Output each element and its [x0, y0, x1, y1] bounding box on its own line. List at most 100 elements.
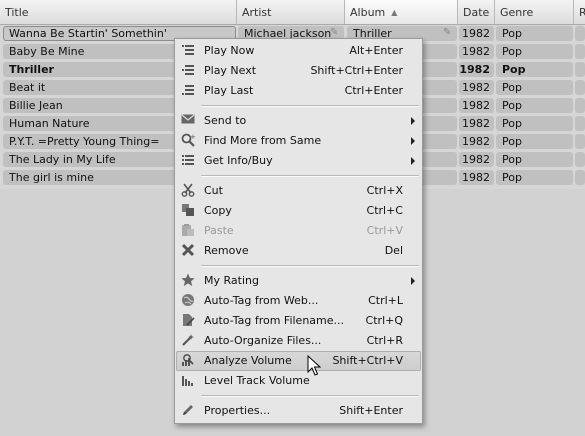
menu-item-shortcut: Shift+Enter: [339, 404, 403, 417]
column-artist-label: Artist: [242, 6, 272, 19]
column-header: Title Artist Album ▲ Date Genre R: [0, 0, 585, 25]
menu-item-shortcut: Shift+Ctrl+Enter: [310, 64, 403, 77]
menu-item-paste[interactable]: Paste Ctrl+V: [176, 221, 421, 241]
track-rating[interactable]: [575, 26, 585, 41]
menu-item-get-info[interactable]: Get Info/Buy: [176, 151, 421, 171]
track-genre[interactable]: Pop: [496, 170, 573, 185]
menu-item-play-next[interactable]: Play Next Shift+Ctrl+Enter: [176, 61, 421, 81]
track-rating[interactable]: [575, 116, 585, 131]
menu-item-auto-tag-filename[interactable]: Auto-Tag from Filename... Ctrl+Q: [176, 311, 421, 331]
menu-item-auto-tag-web[interactable]: Auto-Tag from Web... Ctrl+L: [176, 291, 421, 311]
copy-icon: [180, 203, 196, 219]
menu-item-cut[interactable]: Cut Ctrl+X: [176, 181, 421, 201]
column-header-title[interactable]: Title: [0, 0, 237, 24]
find-icon: +: [180, 133, 196, 149]
menu-separator: [201, 105, 419, 107]
menu-item-label: Play Now: [204, 44, 255, 57]
track-date[interactable]: 1982: [459, 26, 494, 41]
track-date[interactable]: 1982: [459, 134, 494, 149]
menu-item-auto-organize[interactable]: Auto-Organize Files... Ctrl+R: [176, 331, 421, 351]
track-rating[interactable]: [575, 152, 585, 167]
column-genre-label: Genre: [500, 6, 534, 19]
menu-item-properties[interactable]: Properties... Shift+Enter: [176, 401, 421, 421]
tag-edit-icon: ✎: [443, 27, 452, 38]
menu-item-label: Play Last: [204, 84, 254, 97]
track-date[interactable]: 1982: [459, 80, 494, 95]
menu-item-shortcut: Ctrl+X: [366, 184, 403, 197]
file-tag-icon: [180, 313, 196, 329]
track-genre[interactable]: Pop: [496, 134, 573, 149]
track-date[interactable]: 1982: [459, 116, 494, 131]
column-header-artist[interactable]: Artist: [237, 0, 345, 24]
menu-item-label: Play Next: [204, 64, 257, 77]
svg-text:+: +: [190, 133, 196, 141]
envelope-icon: [180, 113, 196, 129]
play-last-icon: [180, 83, 196, 99]
menu-item-label: Get Info/Buy: [204, 154, 273, 167]
menu-item-copy[interactable]: Copy Ctrl+C: [176, 201, 421, 221]
menu-item-label: Level Track Volume: [204, 374, 310, 387]
track-rating[interactable]: [575, 134, 585, 149]
tag-edit-icon: ✎: [330, 27, 339, 38]
menu-item-remove[interactable]: Remove Del: [176, 241, 421, 261]
menu-item-shortcut: Alt+Enter: [349, 44, 403, 57]
pencil-icon: [180, 403, 196, 419]
column-header-rating[interactable]: R: [574, 0, 585, 24]
track-date[interactable]: 1982: [459, 98, 494, 113]
menu-item-label: Properties...: [204, 404, 271, 417]
column-header-genre[interactable]: Genre: [495, 0, 574, 24]
menu-separator: [201, 395, 419, 397]
track-rating[interactable]: [575, 170, 585, 185]
info-list-icon: [180, 153, 196, 169]
track-genre[interactable]: Pop: [496, 80, 573, 95]
play-next-icon: [180, 63, 196, 79]
track-date[interactable]: 1982: [459, 152, 494, 167]
track-genre[interactable]: Pop: [496, 26, 573, 41]
menu-item-label: Find More from Same: [204, 134, 322, 147]
menu-item-label: Cut: [204, 184, 223, 197]
menu-item-shortcut: Del: [384, 244, 403, 257]
menu-item-send-to[interactable]: Send to: [176, 111, 421, 131]
menu-item-shortcut: Ctrl+V: [366, 224, 403, 237]
track-rating[interactable]: [575, 98, 585, 113]
track-rating[interactable]: [575, 80, 585, 95]
menu-item-label: Paste: [204, 224, 234, 237]
remove-x-icon: [180, 243, 196, 259]
paste-icon: [180, 223, 196, 239]
track-rating[interactable]: [575, 44, 585, 59]
menu-item-analyze-volume[interactable]: Analyze Volume Shift+Ctrl+V: [176, 351, 421, 371]
menu-item-play-now[interactable]: Play Now Alt+Enter: [176, 41, 421, 61]
menu-item-level-track-volume[interactable]: Level Track Volume: [176, 371, 421, 391]
menu-item-shortcut: Ctrl+Enter: [344, 84, 403, 97]
submenu-arrow-icon: [411, 137, 415, 145]
track-genre[interactable]: Pop: [496, 98, 573, 113]
menu-separator: [201, 175, 419, 177]
column-header-album[interactable]: Album ▲: [345, 0, 458, 24]
menu-item-shortcut: Shift+Ctrl+V: [332, 354, 403, 367]
menu-item-play-last[interactable]: Play Last Ctrl+Enter: [176, 81, 421, 101]
track-date[interactable]: 1982: [459, 170, 494, 185]
wand-icon: [180, 333, 196, 349]
menu-item-label: My Rating: [204, 274, 259, 287]
column-rating-label: R: [579, 6, 585, 19]
menu-item-label: Remove: [204, 244, 249, 257]
track-date[interactable]: 1982: [459, 62, 494, 77]
track-genre[interactable]: Pop: [496, 152, 573, 167]
track-rating[interactable]: [575, 62, 585, 77]
menu-item-label: Copy: [204, 204, 232, 217]
menu-item-shortcut: Ctrl+Q: [365, 314, 403, 327]
menu-item-label: Auto-Organize Files...: [204, 334, 322, 347]
submenu-arrow-icon: [411, 277, 415, 285]
play-now-icon: [180, 43, 196, 59]
track-genre[interactable]: Pop: [496, 62, 573, 77]
sort-ascending-icon: ▲: [391, 8, 398, 17]
column-header-date[interactable]: Date: [458, 0, 495, 24]
globe-tag-icon: [180, 293, 196, 309]
track-genre[interactable]: Pop: [496, 44, 573, 59]
track-genre[interactable]: Pop: [496, 116, 573, 131]
menu-item-find-more[interactable]: + Find More from Same: [176, 131, 421, 151]
track-date[interactable]: 1982: [459, 44, 494, 59]
menu-item-my-rating[interactable]: My Rating: [176, 271, 421, 291]
menu-item-shortcut: Ctrl+L: [368, 294, 403, 307]
menu-item-label: Analyze Volume: [204, 354, 292, 367]
